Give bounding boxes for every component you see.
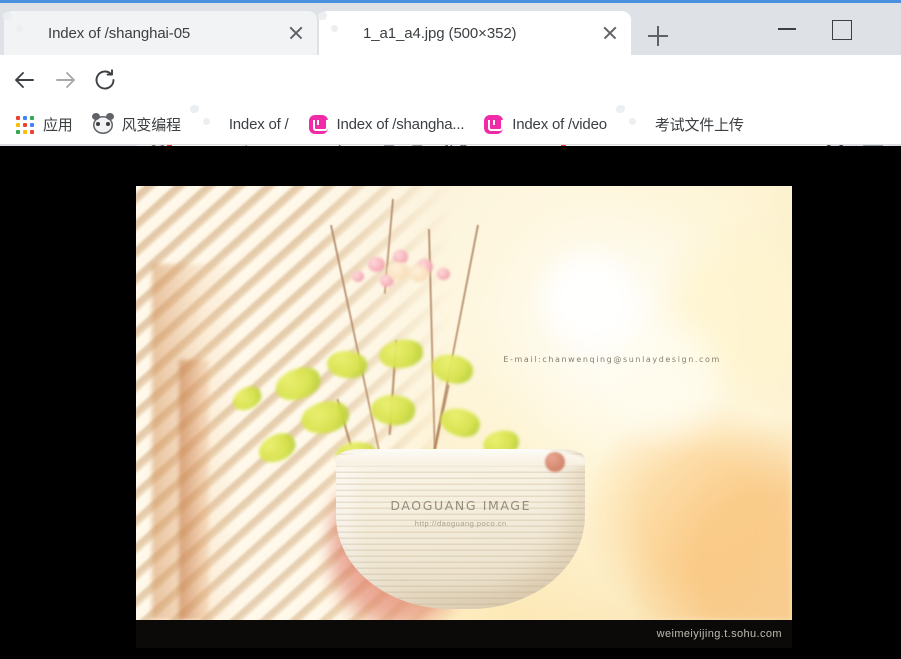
tab-title: Index of /shanghai-05 (48, 24, 191, 42)
forward-arrow-icon (56, 72, 75, 88)
apps-grid-icon (16, 115, 34, 134)
bookmark-index-of-root[interactable]: Index of / (193, 110, 297, 140)
bookmark-label: 考试文件上传 (654, 117, 744, 134)
globe-icon (201, 115, 220, 134)
globe-icon (329, 22, 351, 44)
bookmark-label: Index of / (228, 116, 289, 133)
bookmark-exam-file-upload[interactable]: 考试文件上传 (619, 110, 752, 140)
back-button[interactable] (8, 63, 42, 97)
browser-window: Index of /shanghai-05 1_a1_a4.jpg (500×3… (0, 0, 901, 659)
bookmark-label: 风变编程 (121, 117, 181, 134)
bookmark-fengbian-coding[interactable]: 风变编程 (85, 110, 189, 140)
bookmark-apps[interactable]: 应用 (8, 110, 81, 140)
image-viewer-page: DAOGUANG IMAGE http://daoguang.poco.cn E… (0, 146, 901, 659)
maximize-button[interactable] (814, 6, 868, 48)
browser-toolbar: 不安全 | 10.0.0.7 /tupian/1_a1_a4.jpg (0, 55, 901, 156)
image-email-watermark: E-mail:chanwenqing@sunlaydesign.com (503, 355, 721, 365)
bookmark-label: Index of /shangha... (336, 116, 465, 133)
tab-strip: Index of /shanghai-05 1_a1_a4.jpg (500×3… (0, 3, 901, 55)
tab-image-preview[interactable]: 1_a1_a4.jpg (500×352) (319, 11, 631, 55)
minimize-button[interactable] (760, 6, 814, 48)
panda-icon (91, 112, 114, 134)
close-icon[interactable] (599, 22, 621, 44)
close-icon[interactable] (285, 22, 307, 44)
bookmarks-bar: 应用 风变编程 Index of / Index of /shangha... … (0, 105, 901, 145)
tab-index-of-shanghai-05[interactable]: Index of /shanghai-05 (4, 11, 317, 55)
displayed-image[interactable]: DAOGUANG IMAGE http://daoguang.poco.cn E… (136, 186, 792, 620)
image-brand-url-watermark: http://daoguang.poco.cn (414, 519, 507, 529)
bookmark-label: 应用 (43, 117, 73, 134)
globe-icon (627, 115, 646, 134)
image-brand-watermark: DAOGUANG IMAGE (390, 498, 532, 514)
image-footer-watermark-bar: weimeiyijing.t.sohu.com (136, 620, 792, 648)
pink-square-icon (308, 115, 328, 134)
back-arrow-icon (15, 72, 34, 88)
pink-square-icon (484, 115, 504, 134)
reload-arrow-icon (95, 69, 115, 90)
ceramic-pot: DAOGUANG IMAGE http://daoguang.poco.cn (336, 448, 586, 610)
globe-icon (14, 22, 36, 44)
bookmark-index-of-video[interactable]: Index of /video (476, 110, 615, 140)
forward-button[interactable] (48, 63, 82, 97)
bookmark-label: Index of /video (512, 116, 607, 133)
bookmark-index-of-shanghai[interactable]: Index of /shangha... (301, 110, 473, 140)
image-footer-watermark: weimeiyijing.t.sohu.com (656, 628, 782, 640)
new-tab-button[interactable] (641, 19, 675, 53)
tab-title: 1_a1_a4.jpg (500×352) (363, 24, 517, 42)
pot-ribbing (336, 448, 586, 610)
reload-button[interactable] (88, 63, 122, 97)
flower-cluster (339, 242, 496, 307)
